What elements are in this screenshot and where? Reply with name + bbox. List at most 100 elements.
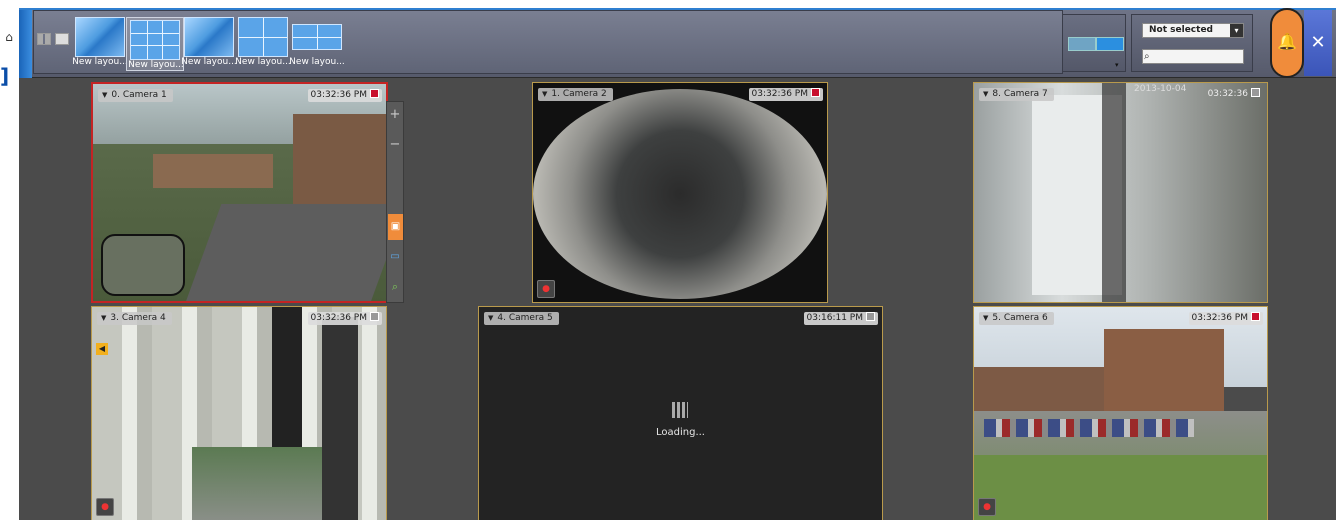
building-shape: [1104, 329, 1224, 419]
cable-shape: [1102, 83, 1126, 302]
camera-name: 4. Camera 5: [497, 313, 553, 323]
search-icon[interactable]: ⌕: [388, 278, 402, 296]
event-icon[interactable]: ◀: [96, 343, 108, 355]
record-icon[interactable]: [1251, 88, 1260, 97]
cars-row: [984, 419, 1194, 437]
camera-name: 1. Camera 2: [551, 89, 607, 99]
blind-shape: [322, 317, 358, 520]
record-icon[interactable]: ●: [537, 280, 555, 298]
chevron-down-icon[interactable]: ▾: [1230, 24, 1243, 37]
dropdown-icon: ▼: [488, 314, 494, 322]
camera-timestamp: 03:32:36 PM: [310, 90, 367, 100]
building-shape: [153, 154, 273, 188]
layout-label: New layou...: [181, 57, 237, 67]
record-icon[interactable]: [370, 89, 379, 98]
layout-thumbnail: [292, 24, 342, 50]
layout-item-4[interactable]: New layou...: [234, 17, 292, 71]
camera-timestamp: 03:32:36 PM: [310, 313, 367, 323]
layout-thumbnail: [75, 17, 125, 57]
camera-tile[interactable]: 2013-10-04 ▼ 8. Camera 7 03:32:36: [973, 82, 1268, 303]
dropdown-icon: ▼: [101, 314, 107, 322]
camera-video: [533, 89, 827, 299]
layout-item-2[interactable]: New layou...: [126, 17, 184, 71]
camera-tile[interactable]: ▼ 1. Camera 2 03:32:36 PM ●: [532, 82, 828, 303]
layout-grid-icon[interactable]: [37, 33, 51, 45]
dropdown-icon: ▼: [983, 90, 989, 98]
camera-title[interactable]: ▼ 3. Camera 4: [97, 312, 172, 325]
record-icon[interactable]: ●: [96, 498, 114, 516]
camera-filter-select[interactable]: Not selected ▾: [1142, 23, 1244, 38]
building-shape: [974, 367, 1104, 411]
camera-time: 03:32:36: [1205, 88, 1263, 101]
camera-search-input[interactable]: [1142, 49, 1244, 64]
layout-label: New layou...: [72, 57, 128, 67]
record-icon[interactable]: [866, 312, 875, 321]
layout-label: New layou...: [235, 57, 291, 67]
camera-timestamp: 03:32:36 PM: [751, 89, 808, 99]
layout-menu-icon[interactable]: [55, 33, 69, 45]
camera-time: 03:32:36 PM: [748, 88, 823, 101]
view-mode-switch[interactable]: ▾: [1062, 14, 1126, 72]
record-icon[interactable]: ●: [978, 498, 996, 516]
camera-tile[interactable]: ▼ 5. Camera 6 03:32:36 PM ●: [973, 306, 1268, 520]
tools-icon: ✕: [1310, 32, 1326, 53]
camera-name: 0. Camera 1: [111, 90, 167, 100]
view-mode-option-1[interactable]: [1068, 37, 1096, 51]
camera-name: 5. Camera 6: [992, 313, 1048, 323]
layout-item-3[interactable]: New layou...: [180, 17, 238, 71]
bell-icon: 🔔: [1277, 32, 1297, 51]
dropdown-icon: ▼: [542, 90, 548, 98]
layout-label: New layou...: [289, 57, 345, 67]
tile-side-controls: + − ▭ ⌕: [386, 101, 404, 303]
camera-time: 03:32:36 PM: [307, 312, 382, 325]
top-border: [19, 0, 1336, 8]
loading-spinner-icon: [672, 402, 688, 418]
alarm-bell-button[interactable]: 🔔: [1270, 8, 1304, 78]
camera-tile[interactable]: Loading... ▼ 4. Camera 5 03:16:11 PM: [478, 306, 883, 520]
camera-title[interactable]: ▼ 0. Camera 1: [98, 89, 173, 102]
loading-status: Loading...: [656, 427, 705, 438]
settings-tools-button[interactable]: ✕: [1304, 10, 1332, 76]
camera-timestamp: 03:16:11 PM: [806, 313, 863, 323]
zoom-out-icon[interactable]: −: [388, 136, 402, 154]
dropdown-icon: ▼: [102, 91, 108, 99]
home-icon[interactable]: ⌂: [2, 30, 16, 44]
camera-tile[interactable]: ▼ 0. Camera 1 03:32:36 PM: [91, 82, 388, 303]
camera-tile[interactable]: ◀ ▼ 3. Camera 4 03:32:36 PM ●: [91, 306, 387, 520]
road-shape: [184, 204, 386, 301]
camera-title[interactable]: ▼ 5. Camera 6: [979, 312, 1054, 325]
expand-panel-icon[interactable]: ]: [0, 66, 16, 86]
search-icon: ⌕: [1144, 51, 1150, 62]
dropdown-icon: ▼: [983, 314, 989, 322]
record-icon[interactable]: [1251, 312, 1260, 321]
layouts-panel: New layou... New layou... New layou... N…: [33, 10, 1086, 74]
layout-item-5[interactable]: New layou...: [288, 17, 346, 71]
playback-icon[interactable]: ▭: [388, 248, 402, 266]
camera-timestamp: 03:32:36: [1207, 89, 1248, 99]
filter-selected-value: Not selected: [1149, 25, 1213, 35]
live-view-icon[interactable]: ▣: [388, 214, 403, 240]
layout-item-1[interactable]: New layou...: [71, 17, 129, 71]
picture-in-picture[interactable]: [101, 234, 185, 296]
chevron-down-icon[interactable]: ▾: [1115, 61, 1119, 69]
layout-label: New layou...: [128, 60, 184, 70]
zoom-in-icon[interactable]: +: [388, 106, 402, 124]
layout-thumbnail: [238, 17, 288, 57]
view-mode-option-2[interactable]: [1096, 37, 1124, 51]
record-icon[interactable]: [370, 312, 379, 321]
camera-filter-panel: Not selected ▾ ⌕: [1131, 14, 1253, 72]
left-sidebar-edge: ⌂ ]: [0, 0, 19, 520]
toolbar-accent: [19, 10, 32, 78]
record-icon[interactable]: [811, 88, 820, 97]
camera-time: 03:16:11 PM: [803, 312, 878, 325]
camera-title[interactable]: ▼ 8. Camera 7: [979, 88, 1054, 101]
camera-timestamp: 03:32:36 PM: [1191, 313, 1248, 323]
camera-name: 8. Camera 7: [992, 89, 1048, 99]
window-scene: [192, 447, 322, 520]
camera-title[interactable]: ▼ 4. Camera 5: [484, 312, 559, 325]
building-shape: [293, 114, 386, 204]
camera-time: 03:32:36 PM: [1188, 312, 1263, 325]
camera-title[interactable]: ▼ 1. Camera 2: [538, 88, 613, 101]
camera-time: 03:32:36 PM: [307, 89, 382, 102]
camera-name: 3. Camera 4: [110, 313, 166, 323]
